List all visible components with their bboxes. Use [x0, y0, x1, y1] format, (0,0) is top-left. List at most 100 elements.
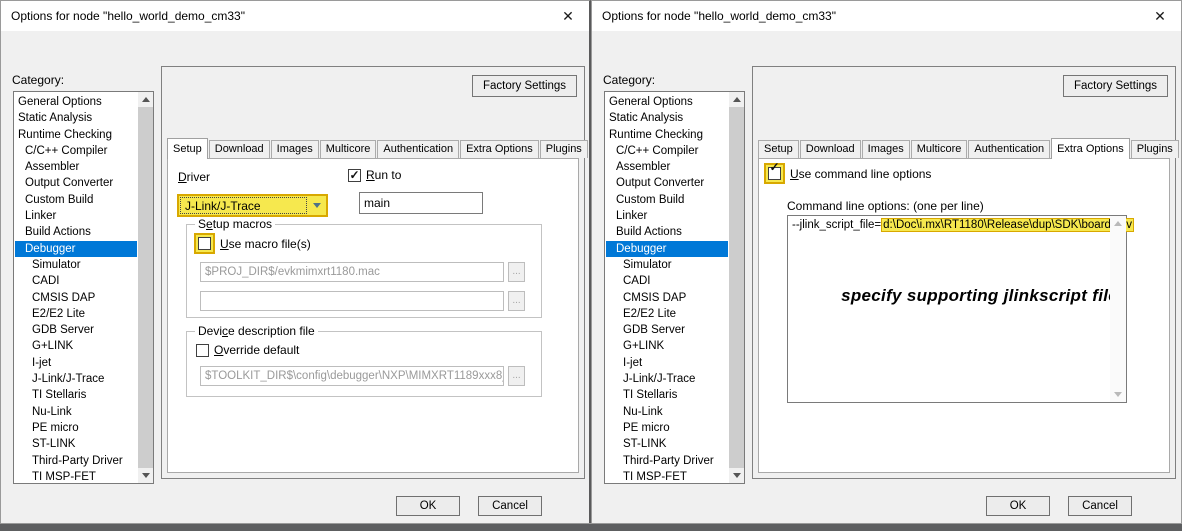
category-item[interactable]: CMSIS DAP	[606, 290, 728, 306]
tab[interactable]: Extra Options	[1051, 138, 1130, 159]
scroll-up-icon[interactable]	[138, 92, 153, 107]
tab-strip: SetupDownloadImagesMulticoreAuthenticati…	[167, 137, 589, 158]
scroll-down-icon[interactable]	[1110, 387, 1126, 402]
tab[interactable]: Setup	[167, 138, 208, 159]
category-item[interactable]: Nu-Link	[606, 404, 728, 420]
category-item[interactable]: Simulator	[15, 257, 137, 273]
category-item[interactable]: Output Converter	[606, 175, 728, 191]
category-item[interactable]: Linker	[606, 208, 728, 224]
tab[interactable]: Extra Options	[460, 140, 539, 158]
ok-button[interactable]: OK	[396, 496, 460, 516]
category-item[interactable]: Debugger	[15, 241, 137, 257]
category-item[interactable]: Custom Build	[606, 192, 728, 208]
category-item[interactable]: E2/E2 Lite	[606, 306, 728, 322]
category-item[interactable]: PE micro	[606, 420, 728, 436]
category-item[interactable]: Simulator	[606, 257, 728, 273]
category-item[interactable]: J-Link/J-Trace	[15, 371, 137, 387]
titlebar[interactable]: Options for node "hello_world_demo_cm33"	[1, 1, 589, 31]
scrollbar-thumb[interactable]	[138, 107, 153, 468]
category-item[interactable]: TI MSP-FET	[15, 469, 137, 482]
category-item[interactable]: Output Converter	[15, 175, 137, 191]
category-item[interactable]: C/C++ Compiler	[606, 143, 728, 159]
cmdline-options-textarea[interactable]: --jlink_script_file=d:\Doc\i.mx\RT1180\R…	[787, 215, 1127, 403]
tab[interactable]: Authentication	[968, 140, 1050, 158]
ok-button[interactable]: OK	[986, 496, 1050, 516]
use-cmdline-checkbox[interactable]	[768, 167, 781, 180]
category-item[interactable]: ST-LINK	[15, 436, 137, 452]
category-item[interactable]: TI Stellaris	[606, 387, 728, 403]
scroll-down-icon[interactable]	[729, 468, 744, 483]
category-item[interactable]: Third-Party Driver	[606, 453, 728, 469]
category-scrollbar[interactable]	[138, 92, 153, 483]
tab[interactable]: Multicore	[911, 140, 968, 158]
close-icon[interactable]	[1149, 5, 1171, 27]
tab[interactable]: Plugins	[1131, 140, 1179, 158]
driver-combobox[interactable]: J-Link/J-Trace	[177, 194, 328, 217]
category-item[interactable]: Custom Build	[15, 192, 137, 208]
use-cmdline-row: Use command line options	[764, 163, 931, 184]
category-item[interactable]: Runtime Checking	[15, 127, 137, 143]
tab[interactable]: Setup	[758, 140, 799, 158]
category-item[interactable]: Runtime Checking	[606, 127, 728, 143]
tab[interactable]: Plugins	[540, 140, 588, 158]
run-to-input[interactable]	[359, 192, 483, 214]
scroll-up-icon[interactable]	[729, 92, 744, 107]
category-item[interactable]: I-jet	[15, 355, 137, 371]
category-item[interactable]: I-jet	[606, 355, 728, 371]
category-item[interactable]: TI Stellaris	[15, 387, 137, 403]
tab[interactable]: Download	[209, 140, 270, 158]
category-item[interactable]: E2/E2 Lite	[15, 306, 137, 322]
category-item[interactable]: PE micro	[15, 420, 137, 436]
tab[interactable]: Authentication	[377, 140, 459, 158]
device-file-field: $TOOLKIT_DIR$\config\debugger\NXP\MIMXRT…	[200, 366, 504, 386]
category-item[interactable]: Static Analysis	[15, 110, 137, 126]
category-item[interactable]: Build Actions	[15, 224, 137, 240]
category-item[interactable]: J-Link/J-Trace	[606, 371, 728, 387]
scroll-down-icon[interactable]	[138, 468, 153, 483]
category-item[interactable]: Nu-Link	[15, 404, 137, 420]
annotation-highlight	[764, 163, 785, 184]
run-to-checkbox[interactable]	[348, 169, 361, 182]
macro-file-1-browse-button: ...	[508, 262, 525, 282]
override-default-row: Override default	[196, 343, 299, 357]
tab-page-extra-options: Use command line options Command line op…	[758, 158, 1170, 473]
category-item[interactable]: Linker	[15, 208, 137, 224]
macro-file-2-field	[200, 291, 504, 311]
category-item[interactable]: CMSIS DAP	[15, 290, 137, 306]
category-item[interactable]: Assembler	[606, 159, 728, 175]
tab[interactable]: Images	[862, 140, 910, 158]
category-item[interactable]: G+LINK	[15, 338, 137, 354]
category-item[interactable]: G+LINK	[606, 338, 728, 354]
chevron-down-icon[interactable]	[308, 196, 326, 215]
factory-settings-button[interactable]: Factory Settings	[472, 75, 577, 97]
cancel-button[interactable]: Cancel	[478, 496, 542, 516]
titlebar[interactable]: Options for node "hello_world_demo_cm33"	[592, 1, 1181, 31]
override-default-checkbox[interactable]	[196, 344, 209, 357]
category-item[interactable]: Debugger	[606, 241, 728, 257]
category-item[interactable]: ST-LINK	[606, 436, 728, 452]
category-label: Category:	[603, 73, 655, 87]
scroll-up-icon[interactable]	[1110, 216, 1126, 231]
category-item[interactable]: Static Analysis	[606, 110, 728, 126]
category-item[interactable]: General Options	[606, 94, 728, 110]
category-item[interactable]: GDB Server	[15, 322, 137, 338]
category-item[interactable]: CADI	[606, 273, 728, 289]
category-item[interactable]: GDB Server	[606, 322, 728, 338]
category-item[interactable]: Third-Party Driver	[15, 453, 137, 469]
category-item[interactable]: CADI	[15, 273, 137, 289]
category-item[interactable]: TI MSP-FET	[606, 469, 728, 482]
category-item[interactable]: C/C++ Compiler	[15, 143, 137, 159]
category-scrollbar[interactable]	[729, 92, 744, 483]
cancel-button[interactable]: Cancel	[1068, 496, 1132, 516]
close-icon[interactable]	[557, 5, 579, 27]
category-item[interactable]: General Options	[15, 94, 137, 110]
category-item[interactable]: Build Actions	[606, 224, 728, 240]
tab[interactable]: Images	[271, 140, 319, 158]
tab[interactable]: Download	[800, 140, 861, 158]
tab[interactable]: Multicore	[320, 140, 377, 158]
use-macro-checkbox[interactable]	[198, 237, 211, 250]
factory-settings-button[interactable]: Factory Settings	[1063, 75, 1168, 97]
textarea-scrollbar[interactable]	[1110, 216, 1126, 402]
scrollbar-thumb[interactable]	[729, 107, 744, 468]
category-item[interactable]: Assembler	[15, 159, 137, 175]
